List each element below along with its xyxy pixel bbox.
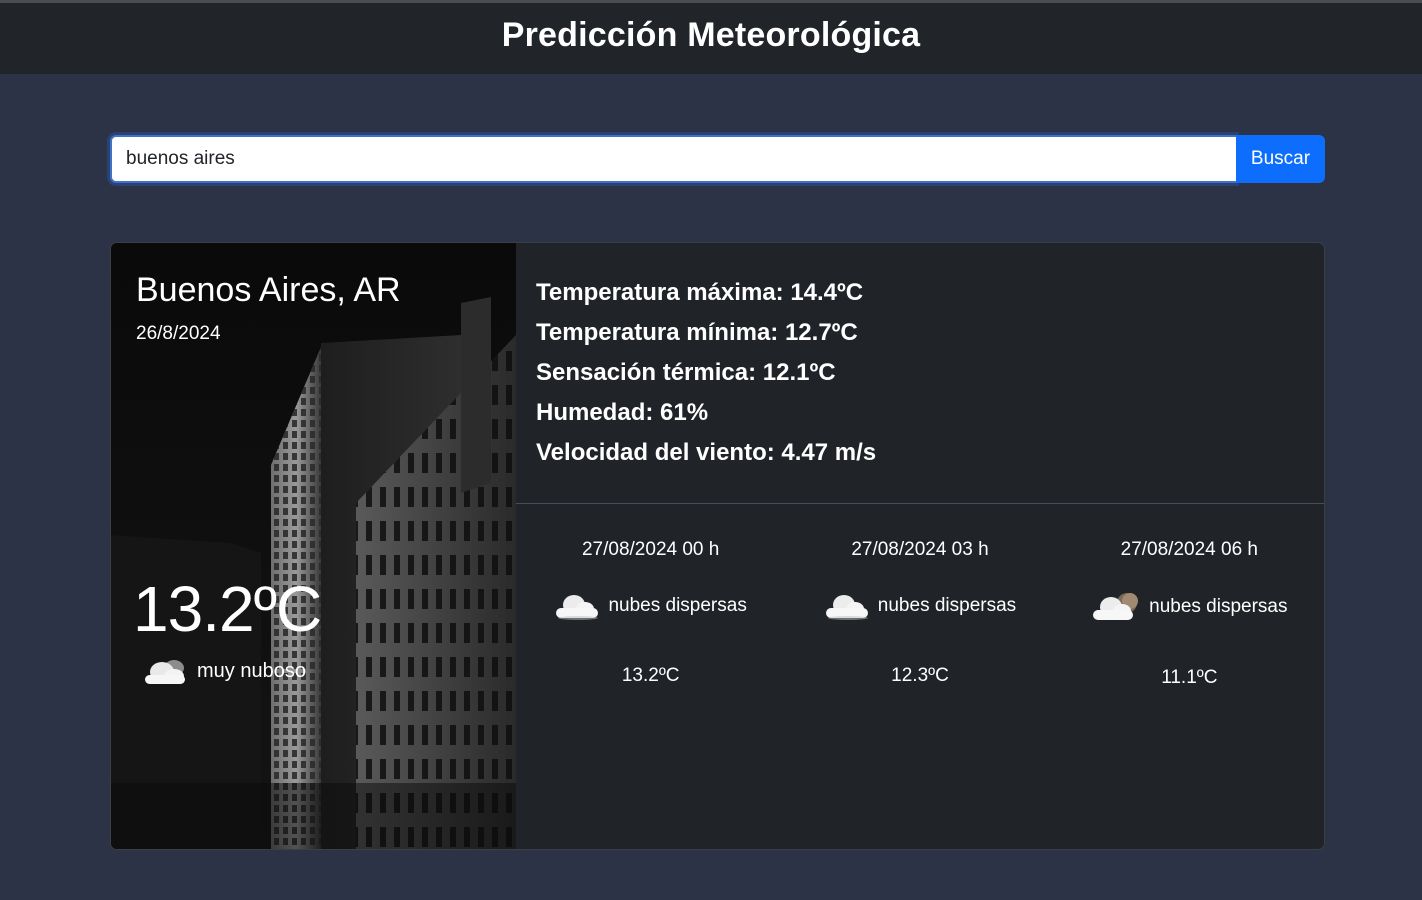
divider (516, 503, 1324, 504)
navbar: Predicción Meteorológica (0, 3, 1422, 74)
max-temperature: Temperatura máxima: 14.4ºC (536, 279, 864, 306)
search-button[interactable]: Buscar (1236, 135, 1325, 183)
forecast-temperature: 11.1ºC (1161, 667, 1218, 688)
search-form: Buscar (110, 135, 1325, 183)
forecast-list: 27/08/2024 00 h nubes dispersas 13.2ºC 2… (516, 523, 1324, 689)
city-name: Buenos Aires, AR (136, 271, 401, 309)
current-temperature: 13.2ºC (133, 573, 322, 645)
forecast-item: 27/08/2024 03 h nubes dispersas 12.3ºC (785, 523, 1054, 689)
humidity: Humedad: 61% (536, 399, 709, 426)
current-condition-label: muy nuboso (197, 659, 306, 682)
min-temperature: Temperatura mínima: 12.7ºC (536, 319, 858, 346)
page-title: Predicción Meteorológica (501, 16, 921, 54)
cloud-moon-icon (1091, 591, 1141, 623)
forecast-temperature: 13.2ºC (621, 665, 680, 686)
forecast-time: 27/08/2024 00 h (581, 539, 720, 560)
search-input[interactable] (110, 135, 1236, 183)
cloud-icon (554, 591, 600, 621)
current-weather-panel: Buenos Aires, AR 26/8/2024 13.2ºC muy nu… (111, 243, 516, 849)
current-condition: muy nuboso (141, 655, 306, 687)
cloud-icon (141, 655, 189, 687)
current-date: 26/8/2024 (136, 323, 221, 344)
weather-card: Buenos Aires, AR 26/8/2024 13.2ºC muy nu… (110, 242, 1325, 850)
feels-like: Sensación térmica: 12.1ºC (536, 359, 836, 386)
forecast-condition: nubes dispersas (554, 591, 747, 621)
forecast-condition: nubes dispersas (1091, 591, 1288, 623)
forecast-description: nubes dispersas (1149, 596, 1288, 617)
forecast-description: nubes dispersas (877, 595, 1017, 616)
forecast-time: 27/08/2024 03 h (851, 539, 989, 560)
details-panel: Temperatura máxima: 14.4ºC Temperatura m… (516, 243, 1324, 849)
forecast-item: 27/08/2024 00 h nubes dispersas 13.2ºC (516, 523, 785, 689)
forecast-item: 27/08/2024 06 h nubes dispersas 11.1ºC (1055, 523, 1324, 689)
cloud-icon (824, 591, 870, 621)
forecast-time: 27/08/2024 06 h (1120, 539, 1258, 560)
weather-details: Temperatura máxima: 14.4ºC Temperatura m… (536, 273, 876, 473)
forecast-description: nubes dispersas (608, 595, 747, 616)
wind-speed: Velocidad del viento: 4.47 m/s (536, 439, 877, 466)
forecast-condition: nubes dispersas (824, 591, 1016, 621)
forecast-temperature: 12.3ºC (891, 665, 949, 686)
